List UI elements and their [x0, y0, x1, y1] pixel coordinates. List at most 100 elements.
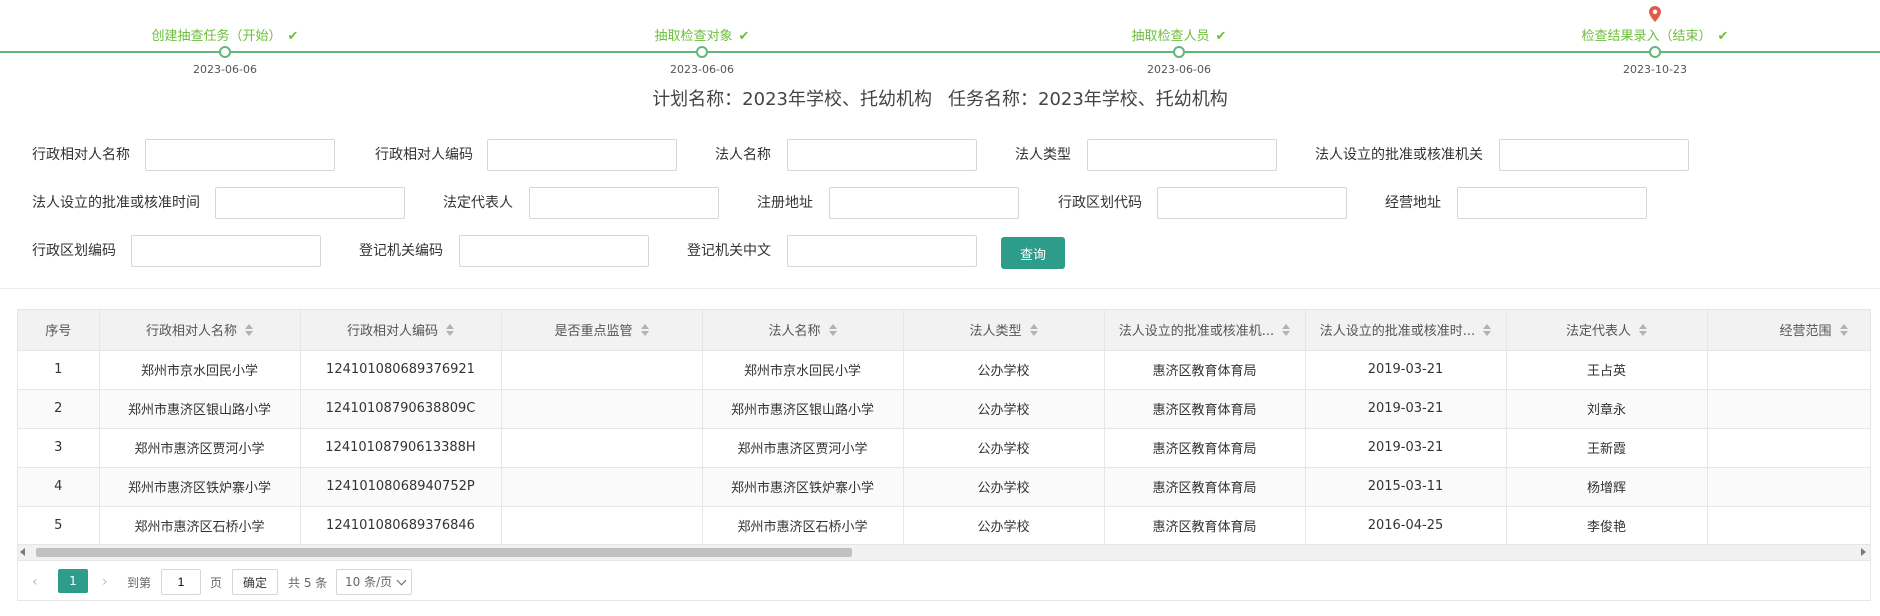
region-code-label: 行政区划代码 — [1058, 195, 1142, 211]
table-cell: 惠济区教育体育局 — [1104, 428, 1306, 468]
sort-icon[interactable] — [828, 323, 837, 336]
legal-type-input[interactable] — [1087, 139, 1277, 171]
col-header-biz-scope[interactable]: 经营范围 — [1707, 310, 1870, 351]
scrollbar-thumb[interactable] — [36, 548, 852, 557]
col-header-index: 序号 — [18, 310, 100, 351]
col-header-admin-name[interactable]: 行政相对人名称 — [99, 310, 301, 351]
check-icon: ✔ — [1215, 29, 1227, 44]
reg-org-cn-input[interactable] — [787, 235, 977, 267]
table-cell: 公办学校 — [903, 428, 1105, 468]
page-title: 计划名称：2023年学校、托幼机构 任务名称：2023年学校、托幼机构 — [0, 85, 1880, 111]
table-cell: 郑州市惠济区银山路小学 — [99, 389, 301, 429]
table-cell: 李俊艳 — [1506, 506, 1708, 546]
timeline-node — [1173, 46, 1185, 58]
location-pin-icon — [1649, 6, 1661, 22]
sort-icon[interactable] — [640, 323, 649, 336]
timeline-step-date: 2023-06-06 — [670, 63, 734, 76]
sort-icon[interactable] — [1483, 323, 1492, 336]
scroll-right-arrow-icon[interactable] — [1861, 548, 1866, 556]
table-row[interactable]: 4 郑州市惠济区铁炉寨小学 12410108068940752P 郑州市惠济区铁… — [18, 467, 1870, 507]
table-cell: 郑州市惠济区石桥小学 — [702, 506, 904, 546]
timeline-step-label: 检查结果录入（结束） — [1581, 29, 1712, 44]
sort-icon[interactable] — [245, 323, 253, 336]
table-cell: 郑州市惠济区贾河小学 — [702, 428, 904, 468]
col-header-legal-rep[interactable]: 法定代表人 — [1506, 310, 1708, 351]
table-cell: 12410108790613388H — [300, 428, 502, 468]
table-cell — [1707, 350, 1870, 390]
table-cell: 刘章永 — [1506, 389, 1708, 429]
table-cell: 惠济区教育体育局 — [1104, 506, 1306, 546]
table-row[interactable]: 5 郑州市惠济区石桥小学 124101080689376846 郑州市惠济区石桥… — [18, 506, 1870, 546]
timeline-node — [1649, 46, 1661, 58]
legal-type-label: 法人类型 — [1015, 147, 1071, 163]
page-number-input[interactable] — [161, 569, 201, 595]
col-header-approval-org[interactable]: 法人设立的批准或核准机... — [1104, 310, 1306, 351]
col-header-legal-type[interactable]: 法人类型 — [903, 310, 1105, 351]
table-cell: 公办学校 — [903, 506, 1105, 546]
table-cell: 公办学校 — [903, 350, 1105, 390]
timeline-step-date: 2023-06-06 — [1147, 63, 1211, 76]
approval-org-label: 法人设立的批准或核准机关 — [1315, 147, 1483, 163]
page-size-select[interactable]: 10 条/页 — [336, 569, 412, 595]
table-cell — [501, 428, 703, 468]
table-cell: 王占英 — [1506, 350, 1708, 390]
table-cell: 郑州市惠济区铁炉寨小学 — [99, 467, 301, 507]
reg-address-input[interactable] — [829, 187, 1019, 219]
filter-form: 行政相对人名称 行政相对人编码 法人名称 法人类型 法人设立的批准或核准机关 法… — [0, 130, 1880, 280]
sort-icon[interactable] — [1639, 323, 1647, 336]
current-page-button[interactable]: 1 — [58, 569, 88, 593]
horizontal-scrollbar[interactable] — [17, 544, 1871, 561]
sort-icon[interactable] — [1029, 323, 1038, 336]
admin-code-input[interactable] — [487, 139, 677, 171]
pagination: ‹ 1 › 到第 页 确定 共 5 条 10 条/页 — [17, 561, 1871, 601]
legal-name-input[interactable] — [787, 139, 977, 171]
divider — [0, 288, 1880, 289]
table-cell — [501, 389, 703, 429]
check-icon: ✔ — [1717, 29, 1729, 44]
legal-rep-input[interactable] — [529, 187, 719, 219]
progress-timeline: 创建抽查任务（开始） ✔ 2023-06-06 抽取检查对象 ✔ 2023-06-0… — [0, 0, 1880, 80]
sort-icon[interactable] — [1839, 323, 1848, 336]
plan-name: 计划名称：2023年学校、托幼机构 — [652, 89, 932, 110]
sort-icon[interactable] — [446, 323, 454, 336]
timeline-step-date: 2023-06-06 — [193, 63, 257, 76]
reg-org-code-input[interactable] — [459, 235, 649, 267]
scroll-left-arrow-icon[interactable] — [20, 548, 25, 556]
region-code-input[interactable] — [1157, 187, 1347, 219]
table-row[interactable]: 1 郑州市京水回民小学 124101080689376921 郑州市京水回民小学… — [18, 350, 1870, 390]
table-cell — [1707, 389, 1870, 429]
table-cell: 王新霞 — [1506, 428, 1708, 468]
table-cell: 5 — [18, 506, 100, 546]
query-button[interactable]: 查询 — [1001, 237, 1065, 269]
table-cell: 2019-03-21 — [1305, 389, 1507, 429]
table-cell: 2 — [18, 389, 100, 429]
check-icon: ✔ — [738, 29, 750, 44]
approval-time-input[interactable] — [215, 187, 405, 219]
task-name: 任务名称：2023年学校、托幼机构 — [948, 89, 1228, 110]
sort-icon[interactable] — [1282, 323, 1291, 336]
table-cell — [1707, 467, 1870, 507]
col-header-admin-code[interactable]: 行政相对人编码 — [300, 310, 502, 351]
table-row[interactable]: 3 郑州市惠济区贾河小学 12410108790613388H 郑州市惠济区贾河… — [18, 428, 1870, 468]
admin-code-label: 行政相对人编码 — [375, 147, 473, 163]
timeline-step-label: 抽取检查对象 — [654, 29, 733, 44]
next-page-icon[interactable]: › — [102, 574, 108, 590]
region-code2-input[interactable] — [131, 235, 321, 267]
col-header-legal-name[interactable]: 法人名称 — [702, 310, 904, 351]
table-cell: 惠济区教育体育局 — [1104, 350, 1306, 390]
col-header-approval-time[interactable]: 法人设立的批准或核准时... — [1305, 310, 1507, 351]
timeline-step-start: 创建抽查任务（开始） ✔ 2023-06-06 — [75, 0, 375, 80]
timeline-step-label: 创建抽查任务（开始） — [151, 29, 282, 44]
col-header-key-supervision[interactable]: 是否重点监管 — [501, 310, 703, 351]
approval-org-input[interactable] — [1499, 139, 1689, 171]
check-icon: ✔ — [287, 29, 299, 44]
table-cell: 惠济区教育体育局 — [1104, 467, 1306, 507]
biz-address-input[interactable] — [1457, 187, 1647, 219]
timeline-step-date: 2023-10-23 — [1623, 63, 1687, 76]
prev-page-icon[interactable]: ‹ — [32, 574, 38, 590]
admin-name-input[interactable] — [145, 139, 335, 171]
approval-time-label: 法人设立的批准或核准时间 — [32, 195, 200, 211]
legal-name-label: 法人名称 — [715, 147, 771, 163]
page-confirm-button[interactable]: 确定 — [232, 569, 278, 595]
table-row[interactable]: 2 郑州市惠济区银山路小学 12410108790638809C 郑州市惠济区银… — [18, 389, 1870, 429]
